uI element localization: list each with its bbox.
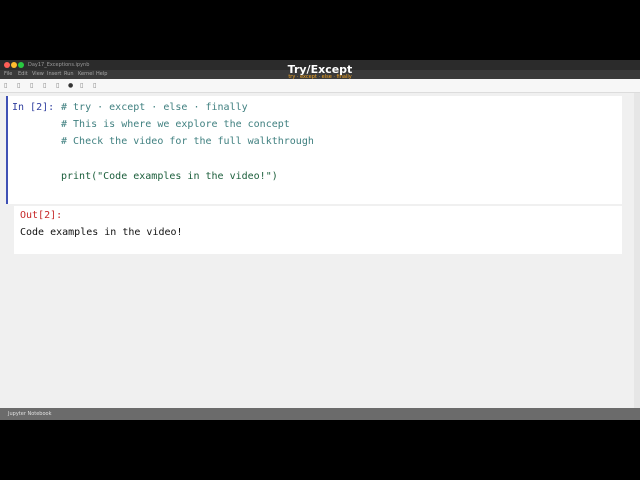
save-icon[interactable]: ▯	[4, 81, 7, 90]
copy-icon[interactable]: ▯	[43, 81, 46, 90]
status-text: Jupyter Notebook	[8, 411, 52, 417]
restart-icon[interactable]: ▯	[93, 81, 96, 90]
toolbar: ▯ ▯ ▯ ▯ ▯ ● ▯ ▯	[0, 79, 640, 93]
notebook-area: In [2]: # try · except · else · finally …	[6, 96, 622, 406]
code-cell-input[interactable]: In [2]: # try · except · else · finally …	[6, 96, 622, 204]
cut-icon[interactable]: ▯	[30, 81, 33, 90]
code-line: # Check the video for the full walkthrou…	[61, 136, 314, 147]
vertical-scrollbar[interactable]	[634, 93, 640, 408]
output-prompt: Out[2]:	[20, 210, 63, 221]
output-text: Code examples in the video!	[20, 227, 183, 238]
input-prompt: In [2]:	[12, 102, 55, 113]
stop-icon[interactable]: ▯	[80, 81, 83, 90]
add-cell-icon[interactable]: ▯	[17, 81, 20, 90]
code-cell-output: Out[2]: Code examples in the video!	[14, 206, 622, 254]
code-line: # This is where we explore the concept	[61, 119, 290, 130]
status-bar: Jupyter Notebook	[0, 408, 640, 420]
screen: Day17_Exceptions.ipynb File Edit View In…	[0, 60, 640, 420]
code-line: # try · except · else · finally	[61, 102, 248, 113]
run-icon[interactable]: ●	[68, 81, 73, 90]
paste-icon[interactable]: ▯	[56, 81, 59, 90]
code-line: print("Code examples in the video!")	[61, 171, 278, 182]
